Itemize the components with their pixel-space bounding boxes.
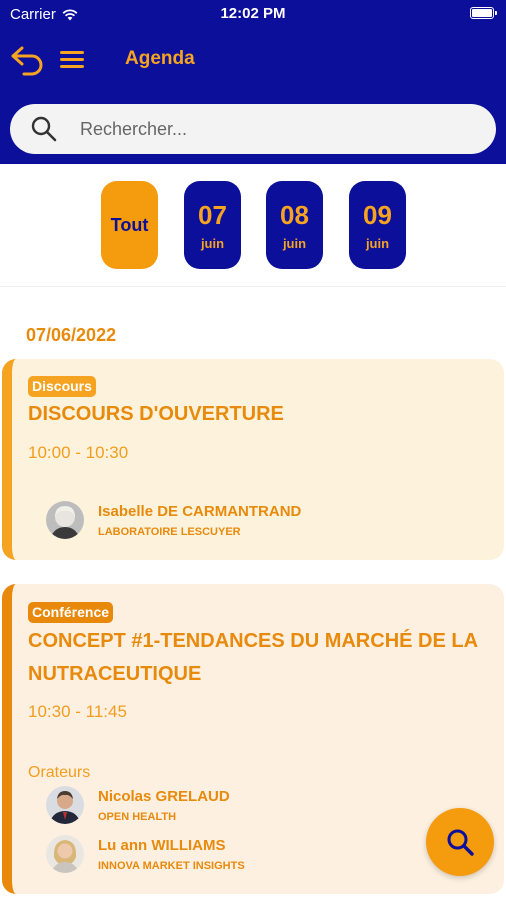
speaker-item[interactable]: Isabelle DE CARMANTRAND LABORATOIRE LESC… [46, 501, 301, 539]
speakers-label: Orateurs [28, 764, 91, 781]
date-filter-day-07[interactable]: 07 juin [184, 181, 241, 269]
search-input[interactable] [80, 118, 460, 140]
status-bar: Carrier 12:02 PM [0, 0, 506, 28]
speaker-organization: LABORATOIRE LESCUYER [98, 525, 241, 538]
avatar [46, 786, 84, 824]
speaker-item[interactable]: Lu ann WILLIAMS INNOVA MARKET INSIGHTS [46, 835, 245, 873]
date-day: 09 [363, 199, 392, 230]
session-title: DISCOURS D'OUVERTURE [28, 403, 284, 425]
date-filter-day-08[interactable]: 08 juin [266, 181, 323, 269]
search-bar[interactable] [10, 104, 496, 154]
avatar [46, 835, 84, 873]
date-filter-day-09[interactable]: 09 juin [349, 181, 406, 269]
battery-icon [470, 7, 497, 19]
session-title: CONCEPT #1-TENDANCES DU MARCHÉ DE LA NUT… [28, 630, 478, 685]
speaker-item[interactable]: Nicolas GRELAUD OPEN HEALTH [46, 786, 230, 824]
session-type-badge: Discours [28, 376, 96, 397]
avatar [46, 501, 84, 539]
speaker-name: Nicolas GRELAUD [98, 787, 230, 805]
date-month: juin [365, 235, 390, 251]
session-time: 10:00 - 10:30 [28, 443, 129, 462]
menu-button[interactable] [60, 48, 84, 70]
date-day: 07 [198, 199, 227, 230]
session-card[interactable]: Discours DISCOURS D'OUVERTURE 10:00 - 10… [2, 359, 504, 560]
speaker-organization: INNOVA MARKET INSIGHTS [98, 859, 245, 872]
date-month: juin [200, 235, 225, 251]
date-filter-all[interactable]: Tout [101, 181, 158, 269]
date-month: juin [282, 235, 307, 251]
hamburger-icon [60, 51, 84, 68]
back-button[interactable] [10, 44, 46, 76]
search-icon [447, 829, 474, 856]
status-time: 12:02 PM [220, 5, 286, 22]
date-filter-all-label: Tout [110, 214, 149, 235]
session-time: 10:30 - 11:45 [28, 702, 127, 721]
divider [0, 286, 506, 287]
back-arrow-icon [11, 46, 43, 76]
date-day: 08 [280, 199, 309, 230]
search-icon [31, 116, 57, 142]
search-fab-button[interactable] [426, 808, 494, 876]
speaker-organization: OPEN HEALTH [98, 810, 177, 823]
app-header: Carrier 12:02 PM Agenda [0, 0, 506, 164]
speaker-name: Lu ann WILLIAMS [98, 836, 226, 854]
session-type-badge: Conférence [28, 602, 114, 623]
date-filter: Tout 07 juin 08 juin 09 juin [0, 181, 506, 271]
page-title: Agenda [125, 48, 195, 69]
speaker-name: Isabelle DE CARMANTRAND [98, 502, 302, 520]
agenda-date-heading: 07/06/2022 [26, 325, 117, 345]
